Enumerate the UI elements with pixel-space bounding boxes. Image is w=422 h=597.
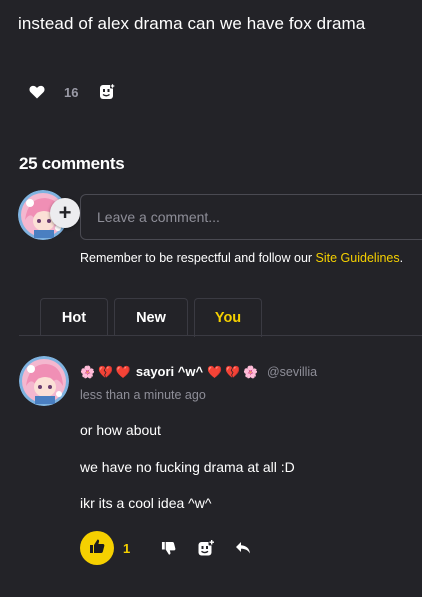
thumbs-down-icon[interactable] [159,539,177,557]
comment-text-line: ikr its a cool idea ^w^ [80,495,212,511]
flower-glyph: 🌸 [80,364,95,379]
reply-icon[interactable] [234,539,252,557]
tabs-divider [19,335,422,336]
post-title: instead of alex drama can we have fox dr… [18,14,366,33]
heart-glyph: ❤️ [207,364,223,379]
site-guidelines-link[interactable]: Site Guidelines [316,251,400,265]
heart-icon[interactable] [28,84,46,100]
comment-header: 🌸 💔 ❤️ sayori ^w^ ❤️ 💔 🌸 @sevillia [80,364,317,379]
comment-handle[interactable]: @sevillia [267,365,317,379]
add-reaction-icon[interactable] [197,539,216,557]
post-like-count: 16 [64,84,79,100]
flower-glyph: 🌸 [242,364,258,379]
comment-author-avatar[interactable] [19,356,69,406]
comment-like-button[interactable] [80,531,114,565]
comments-count: 25 comments [19,154,125,173]
tab-hot[interactable]: Hot [40,298,108,336]
guidelines-text: Remember to be respectful and follow our [80,251,316,265]
comment-like-count: 1 [123,540,131,556]
comment-text-line: or how about [80,422,161,438]
thumbs-up-icon [89,538,105,559]
tab-new[interactable]: New [114,298,188,336]
broken-heart-glyph: 💔 [225,364,240,379]
broken-heart-glyph: 💔 [97,364,113,379]
comment-username[interactable]: sayori ^w^ [136,364,203,379]
tab-you[interactable]: You [194,298,262,337]
react-face-icon[interactable] [98,83,116,101]
add-comment-button[interactable]: + [50,198,80,228]
guidelines-period: . [399,251,404,265]
comment-timestamp: less than a minute ago [80,388,206,402]
post-reactions: 16 [28,80,116,104]
comment-actions: 1 [80,531,252,565]
comment-input[interactable] [80,194,422,240]
guidelines-notice: Remember to be respectful and follow our… [80,251,403,265]
comment-text-line: we have no fucking drama at all :D [80,459,295,475]
heart-glyph: ❤️ [115,364,131,379]
